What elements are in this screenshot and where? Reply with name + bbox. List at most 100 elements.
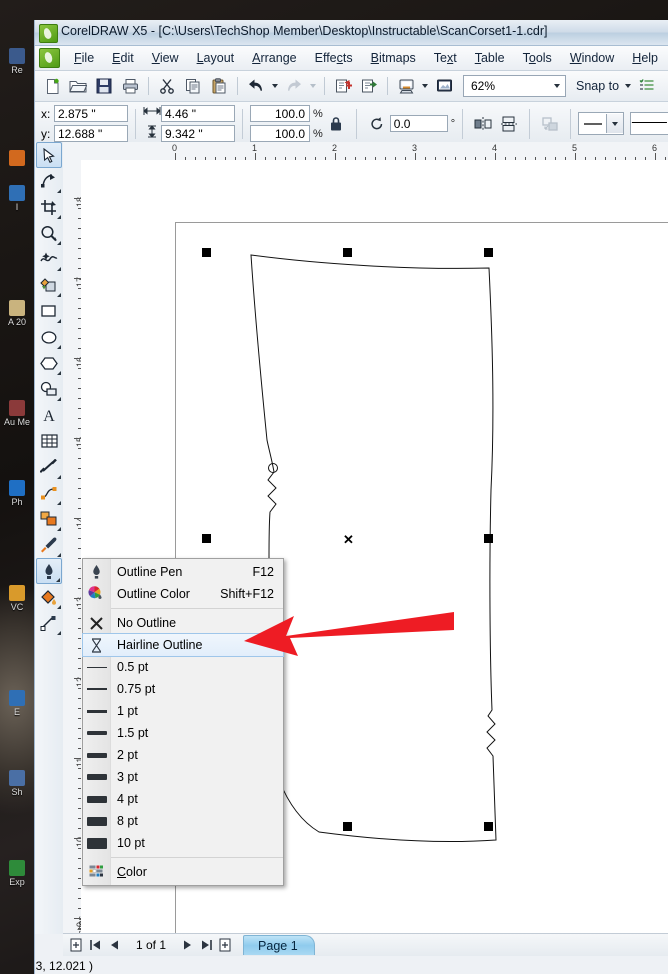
fill-tool[interactable] [36,584,62,610]
snap-dropdown-icon[interactable] [625,84,632,88]
menu-text[interactable]: Text [425,48,466,68]
previous-page-button[interactable] [105,936,124,954]
table-tool[interactable] [36,428,62,454]
freehand-tool[interactable] [36,246,62,272]
menu-view[interactable]: View [143,48,188,68]
blend-tool[interactable] [36,506,62,532]
desktop-icon[interactable]: A 20 [2,300,32,327]
x-position-field[interactable]: 2.875 " [54,105,128,122]
selection-handle-w[interactable] [202,534,211,543]
desktop-icon[interactable]: Exp [2,860,32,887]
smart-fill-tool[interactable] [36,272,62,298]
menu-item-outline-pen[interactable]: Outline Pen F12 [83,561,283,583]
desktop-icon[interactable]: I [2,185,32,212]
connector-tool[interactable] [36,480,62,506]
snap-to-label[interactable]: Snap to [576,79,619,93]
dimension-tool[interactable] [36,454,62,480]
undo-icon[interactable] [244,74,268,98]
selection-handle-n[interactable] [343,248,352,257]
height-field[interactable]: 9.342 " [161,125,235,142]
menu-item-4-pt[interactable]: 4 pt [83,788,283,810]
print-icon[interactable] [118,74,142,98]
selection-handle-se[interactable] [484,822,493,831]
shape-tool[interactable] [36,168,62,194]
mirror-vertical-icon[interactable] [497,112,521,136]
menu-app-icon[interactable] [39,48,60,68]
import-icon[interactable] [331,74,355,98]
desktop-icon[interactable] [2,150,32,167]
desktop-icon[interactable]: Re [2,48,32,75]
selection-handle-e[interactable] [484,534,493,543]
outline-width-dropdown-icon[interactable] [606,114,624,133]
save-icon[interactable] [92,74,116,98]
copy-icon[interactable] [181,74,205,98]
last-page-button[interactable] [197,936,216,954]
rotation-field[interactable]: 0.0 [389,115,448,132]
menu-item-0-75-pt[interactable]: 0.75 pt [83,678,283,700]
menu-item-10-pt[interactable]: 10 pt [83,832,283,854]
undo-dropdown-icon[interactable] [272,84,278,88]
redo-icon[interactable] [282,74,306,98]
new-icon[interactable] [40,74,64,98]
first-page-button[interactable] [86,936,105,954]
text-tool[interactable]: A [36,402,62,428]
options-icon[interactable] [635,74,659,98]
eyedropper-tool[interactable] [36,532,62,558]
menu-item-8-pt[interactable]: 8 pt [83,810,283,832]
menu-tools[interactable]: Tools [514,48,561,68]
outline-width-dropdown[interactable] [578,112,625,135]
selection-handle-nw[interactable] [202,248,211,257]
menu-bitmaps[interactable]: Bitmaps [362,48,425,68]
y-position-field[interactable]: 12.688 " [54,125,128,142]
menu-help[interactable]: Help [623,48,667,68]
menu-item-outline-color[interactable]: Outline Color Shift+F12 [83,583,283,605]
menu-effects[interactable]: Effects [306,48,362,68]
next-page-button[interactable] [178,936,197,954]
open-icon[interactable] [66,74,90,98]
menu-item-color[interactable]: Color [83,861,283,883]
menu-table[interactable]: Table [466,48,514,68]
desktop-icon[interactable]: Au Me [2,400,32,427]
lock-ratio-icon[interactable] [324,112,348,136]
application-launcher-icon[interactable] [394,74,418,98]
desktop-icon[interactable]: E [2,690,32,717]
menu-item-1-5-pt[interactable]: 1.5 pt [83,722,283,744]
menu-window[interactable]: Window [561,48,623,68]
zoom-level-combo[interactable]: 62% [463,75,566,97]
desktop-icon[interactable]: Ph [2,480,32,507]
rectangle-tool[interactable] [36,298,62,324]
launcher-dropdown-icon[interactable] [422,84,428,88]
menu-item-1-pt[interactable]: 1 pt [83,700,283,722]
paste-icon[interactable] [207,74,231,98]
width-field[interactable]: 4.46 " [161,105,235,122]
outline-tool[interactable] [36,558,62,584]
desktop-icon[interactable]: Sh [2,770,32,797]
polygon-tool[interactable] [36,350,62,376]
corel-online-icon[interactable] [432,74,456,98]
menu-item-2-pt[interactable]: 2 pt [83,744,283,766]
menu-arrange[interactable]: Arrange [243,48,305,68]
scale-vertical-field[interactable]: 100.0 [250,125,310,142]
ellipse-tool[interactable] [36,324,62,350]
page-tab-1[interactable]: Page 1 [243,935,315,955]
menu-file[interactable]: File [65,48,103,68]
selection-handle-s[interactable] [343,822,352,831]
interactive-fill-tool[interactable] [36,610,62,636]
pick-tool[interactable] [36,142,62,168]
menu-edit[interactable]: Edit [103,48,143,68]
desktop-icon[interactable]: VC [2,585,32,612]
add-page-start-button[interactable] [67,936,86,954]
basic-shapes-tool[interactable] [36,376,62,402]
menu-item-3-pt[interactable]: 3 pt [83,766,283,788]
zoom-dropdown-icon[interactable] [554,84,560,88]
cut-icon[interactable] [155,74,179,98]
selection-handle-ne[interactable] [484,248,493,257]
export-icon[interactable] [357,74,381,98]
zoom-tool[interactable] [36,220,62,246]
crop-tool[interactable] [36,194,62,220]
vertical-ruler[interactable]: inches 181716151413121110987 [63,160,82,934]
horizontal-ruler[interactable]: 012345678 [63,142,668,161]
add-page-end-button[interactable] [216,936,235,954]
scale-horizontal-field[interactable]: 100.0 [250,105,310,122]
mirror-horizontal-icon[interactable] [471,112,495,136]
